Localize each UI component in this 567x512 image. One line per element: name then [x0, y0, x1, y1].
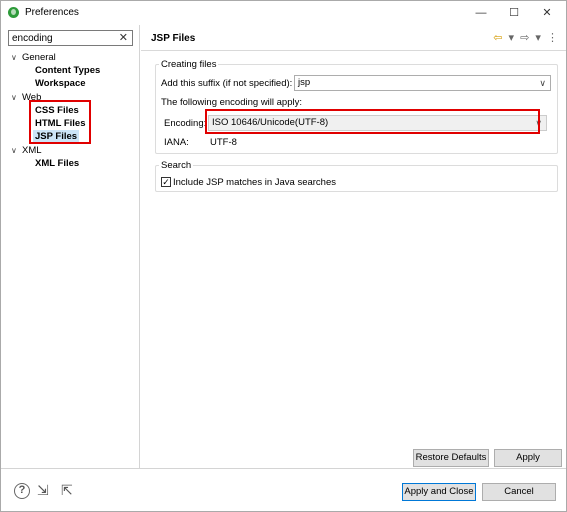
filter-field[interactable]: ✕: [8, 30, 133, 46]
encoding-label: Encoding:: [164, 118, 207, 129]
suffix-select[interactable]: jsp ∨: [294, 75, 551, 91]
close-button[interactable]: ✕: [532, 3, 562, 23]
tree-node-xml-label: XML: [22, 145, 42, 156]
creating-files-group-title: Creating files: [159, 59, 219, 70]
highlight-box-encoding: [205, 109, 540, 134]
expand-chevron-icon[interactable]: ∨: [11, 51, 22, 64]
view-menu-icon[interactable]: ⋮: [547, 32, 558, 44]
tree-node-xml[interactable]: ∨ XML: [11, 144, 42, 157]
preference-tree-pane: ✕ ∨General Content Types Workspace ∨Web …: [1, 25, 140, 468]
forward-arrow-icon[interactable]: ⇨: [520, 32, 529, 44]
eclipse-app-icon: [8, 7, 19, 18]
forward-menu-chevron-icon[interactable]: ▾: [535, 32, 541, 44]
tree-node-xml-files[interactable]: XML Files: [35, 157, 79, 170]
include-jsp-checkbox[interactable]: ✓: [161, 177, 171, 187]
tree-node-content-types[interactable]: Content Types: [35, 64, 100, 77]
maximize-button[interactable]: ☐: [499, 3, 529, 23]
back-arrow-icon[interactable]: ⇦: [493, 32, 502, 44]
expand-chevron-icon[interactable]: ∨: [11, 144, 22, 157]
minimize-button[interactable]: —: [466, 3, 496, 23]
chevron-down-icon: ∨: [539, 78, 546, 88]
title-bar: Preferences — ☐ ✕: [1, 1, 566, 25]
export-icon[interactable]: ⇱: [61, 482, 73, 499]
cancel-button[interactable]: Cancel: [482, 483, 556, 501]
apply-button[interactable]: Apply: [494, 449, 562, 467]
suffix-select-value: jsp: [298, 77, 311, 88]
clear-filter-icon[interactable]: ✕: [119, 31, 128, 45]
iana-value: UTF-8: [210, 137, 237, 148]
search-group-title: Search: [159, 160, 194, 171]
filter-input[interactable]: [9, 31, 117, 45]
footer-separator: [1, 468, 566, 469]
tree-node-workspace[interactable]: Workspace: [35, 77, 86, 90]
expand-chevron-icon[interactable]: ∨: [11, 91, 22, 104]
iana-label: IANA:: [164, 137, 189, 148]
page-title: JSP Files: [151, 33, 196, 44]
import-icon[interactable]: ⇲: [37, 482, 49, 499]
preferences-window: Preferences — ☐ ✕ ✕ ∨General Content Typ…: [0, 0, 567, 512]
back-menu-chevron-icon[interactable]: ▾: [509, 32, 515, 44]
window-title: Preferences: [25, 7, 79, 18]
page-header: JSP Files ⇦ ▾ ⇨ ▾ ⋮: [141, 25, 566, 51]
highlight-box-web-files: [29, 100, 91, 144]
help-icon[interactable]: ?: [14, 483, 30, 499]
page-navigation: ⇦ ▾ ⇨ ▾ ⋮: [490, 31, 558, 44]
suffix-label: Add this suffix (if not specified):: [161, 78, 293, 89]
tree-node-general-label: General: [22, 52, 56, 63]
include-jsp-label: Include JSP matches in Java searches: [173, 177, 336, 188]
apply-and-close-button[interactable]: Apply and Close: [402, 483, 476, 501]
encoding-note: The following encoding will apply:: [161, 97, 302, 108]
restore-defaults-button[interactable]: Restore Defaults: [413, 449, 489, 467]
tree-node-general[interactable]: ∨ General: [11, 51, 56, 64]
